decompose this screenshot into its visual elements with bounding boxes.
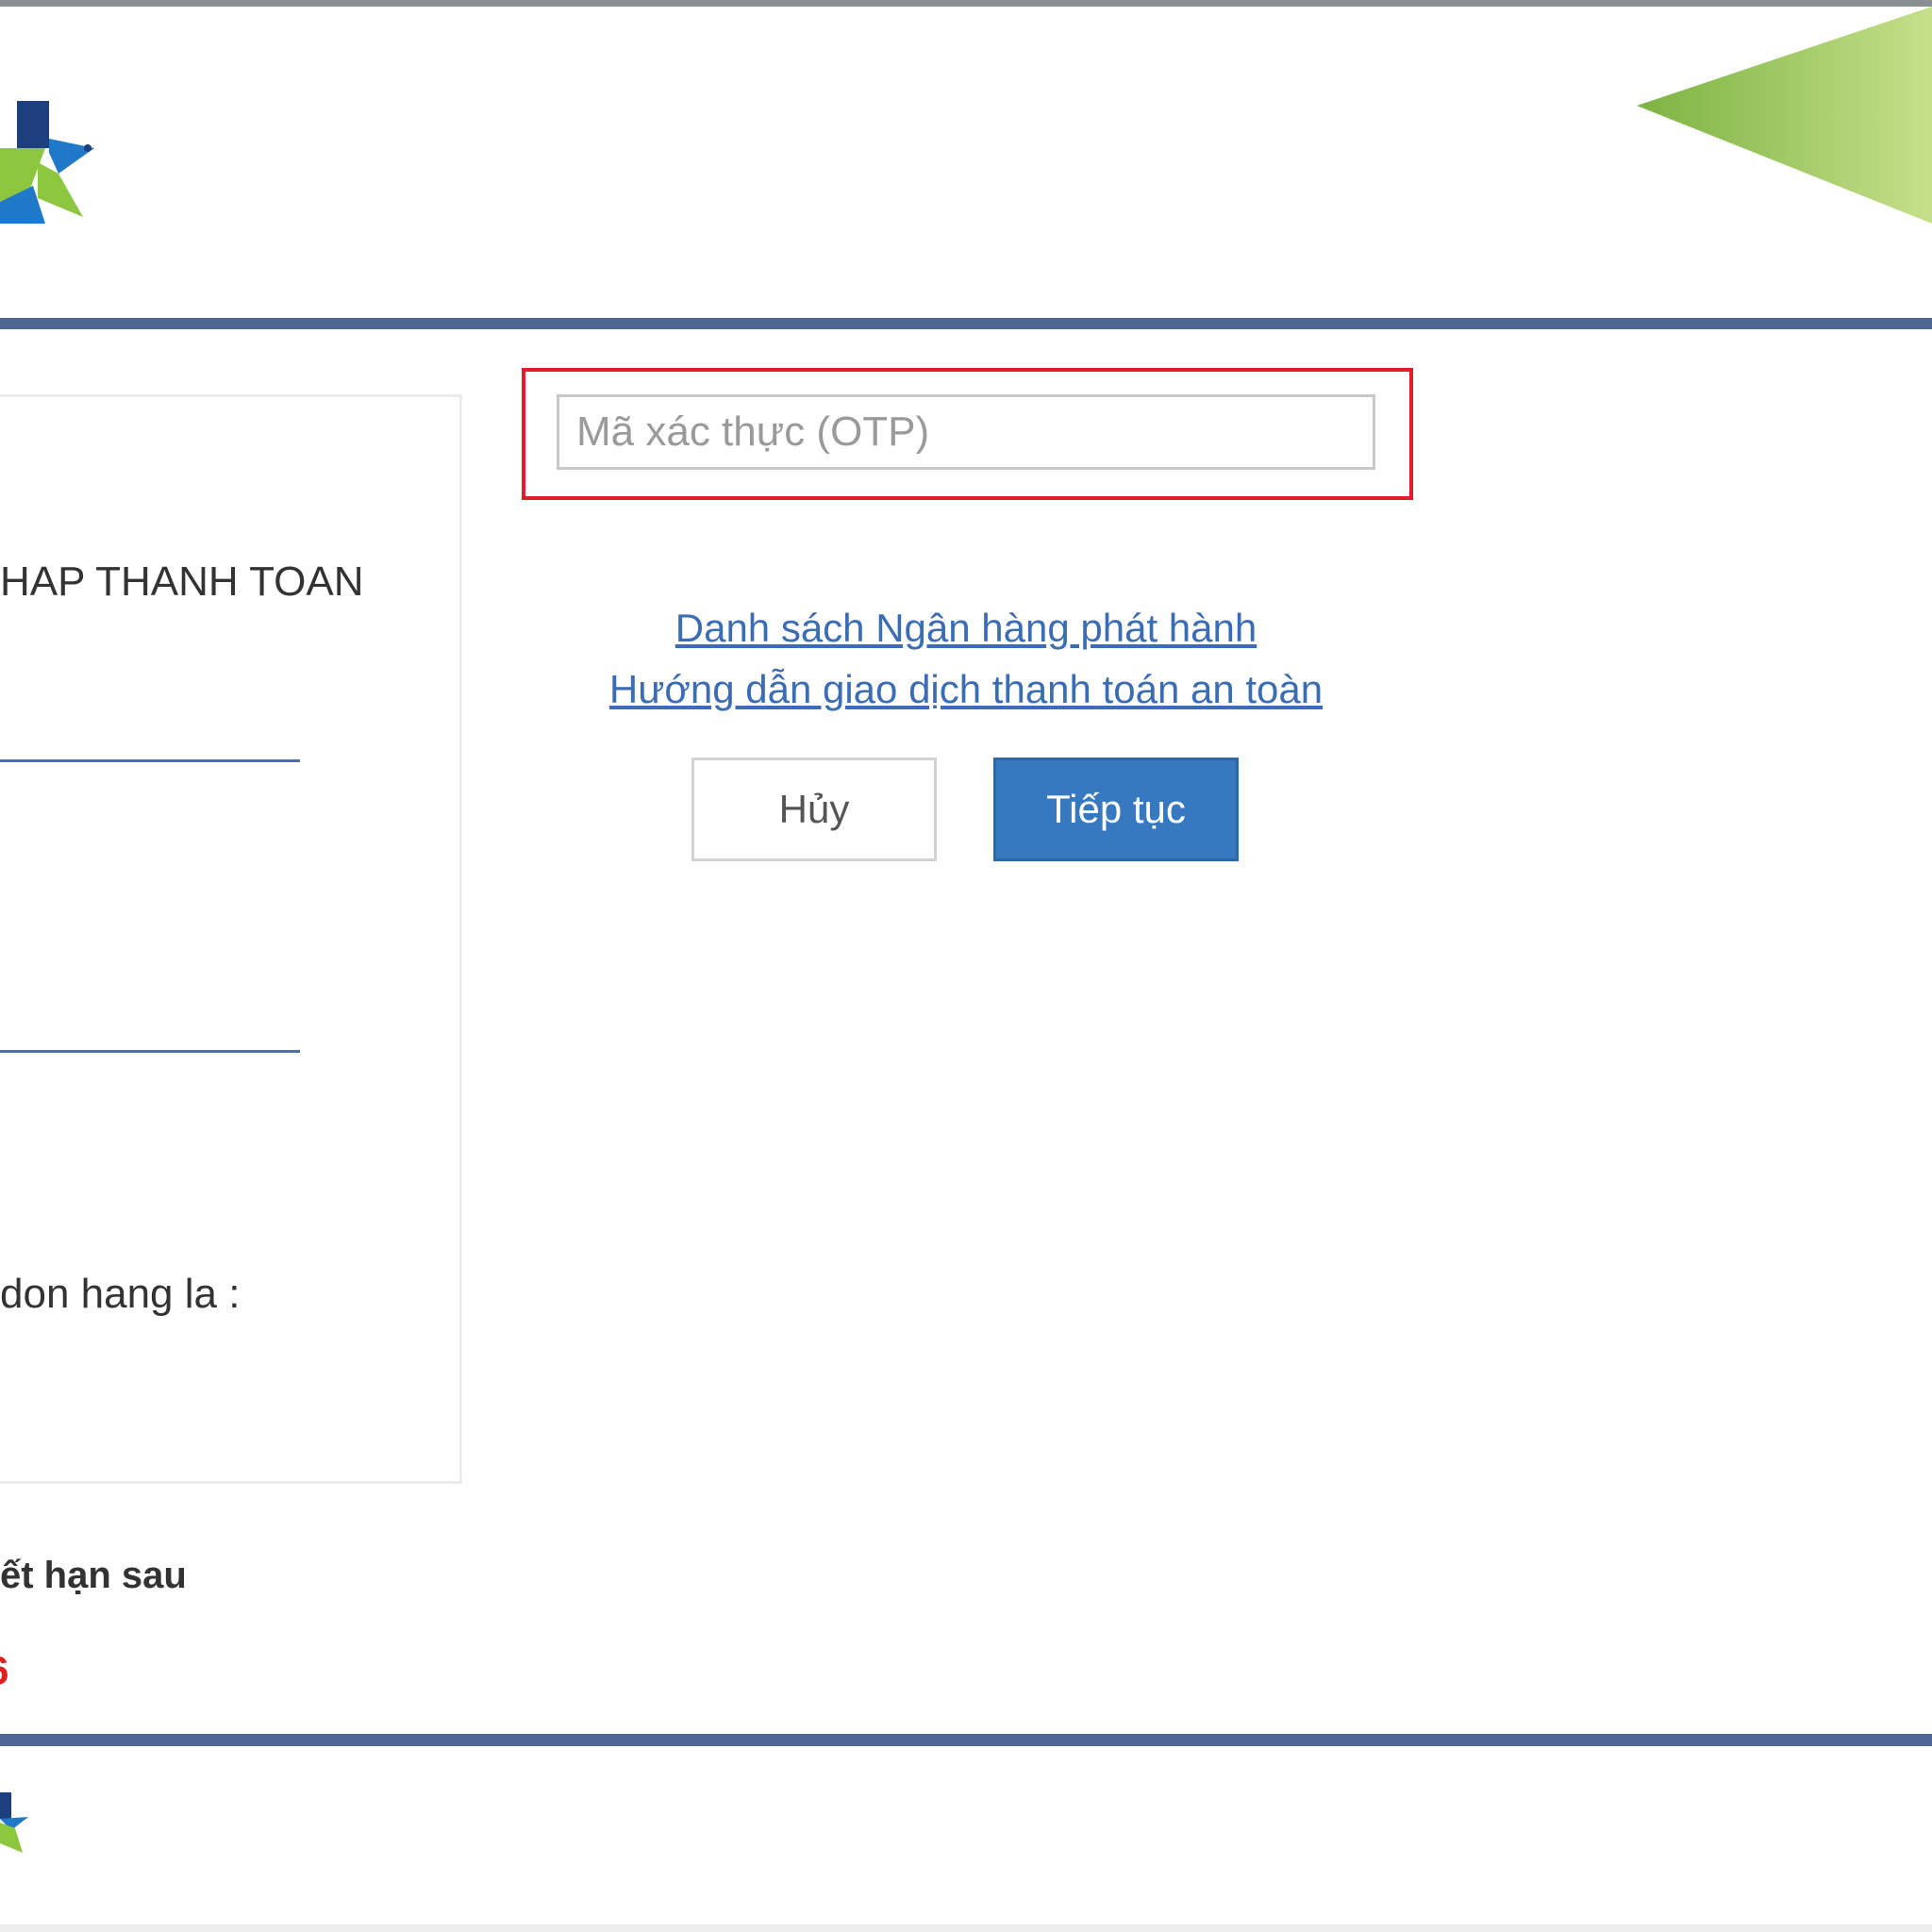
issuing-banks-link[interactable]: Danh sách Ngân hàng phát hành xyxy=(557,606,1375,651)
otp-input[interactable] xyxy=(557,394,1375,470)
safe-payment-guide-link[interactable]: Hướng dẫn giao dịch thanh toán an toàn xyxy=(557,667,1375,712)
order-label: don hang la : xyxy=(0,1271,241,1317)
window-bottom-edge xyxy=(0,1924,1932,1932)
continue-button[interactable]: Tiếp tục xyxy=(993,758,1239,861)
star-logo-icon xyxy=(0,101,94,224)
expiry-label: ết hạn sau xyxy=(0,1555,187,1596)
header-divider-bar xyxy=(0,318,1932,329)
panel-title: HAP THANH TOAN xyxy=(0,558,364,605)
expiry-countdown: 6 xyxy=(0,1648,8,1693)
page-header xyxy=(0,7,1932,318)
panel-divider xyxy=(0,759,300,762)
window-top-edge xyxy=(0,0,1932,7)
header-decoration-triangle xyxy=(1637,7,1932,224)
footer-star-logo-icon xyxy=(0,1792,28,1853)
page-footer xyxy=(0,1746,1932,1932)
panel-divider xyxy=(0,1050,300,1053)
footer-divider-bar xyxy=(0,1734,1932,1746)
cancel-button[interactable]: Hủy xyxy=(691,758,937,861)
